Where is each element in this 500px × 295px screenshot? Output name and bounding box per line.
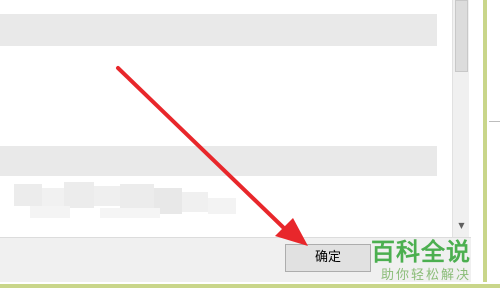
dialog-content-area	[0, 0, 452, 237]
watermark-logo: 百科全说 助你轻松解决	[371, 232, 500, 290]
watermark-title: 百科全说	[371, 238, 471, 266]
watermark-subtitle: 助你轻松解决	[381, 268, 472, 283]
list-row-highlight[interactable]	[0, 146, 437, 176]
ok-button-label: 确定	[314, 250, 341, 265]
list-row-highlight[interactable]	[0, 14, 437, 46]
scrollbar-thumb[interactable]	[455, 0, 468, 72]
ok-button[interactable]: 确定	[285, 244, 371, 272]
vertical-scrollbar[interactable]: ▼	[452, 0, 469, 237]
ruler-tick	[489, 121, 500, 122]
scroll-down-icon[interactable]: ▼	[455, 220, 468, 232]
